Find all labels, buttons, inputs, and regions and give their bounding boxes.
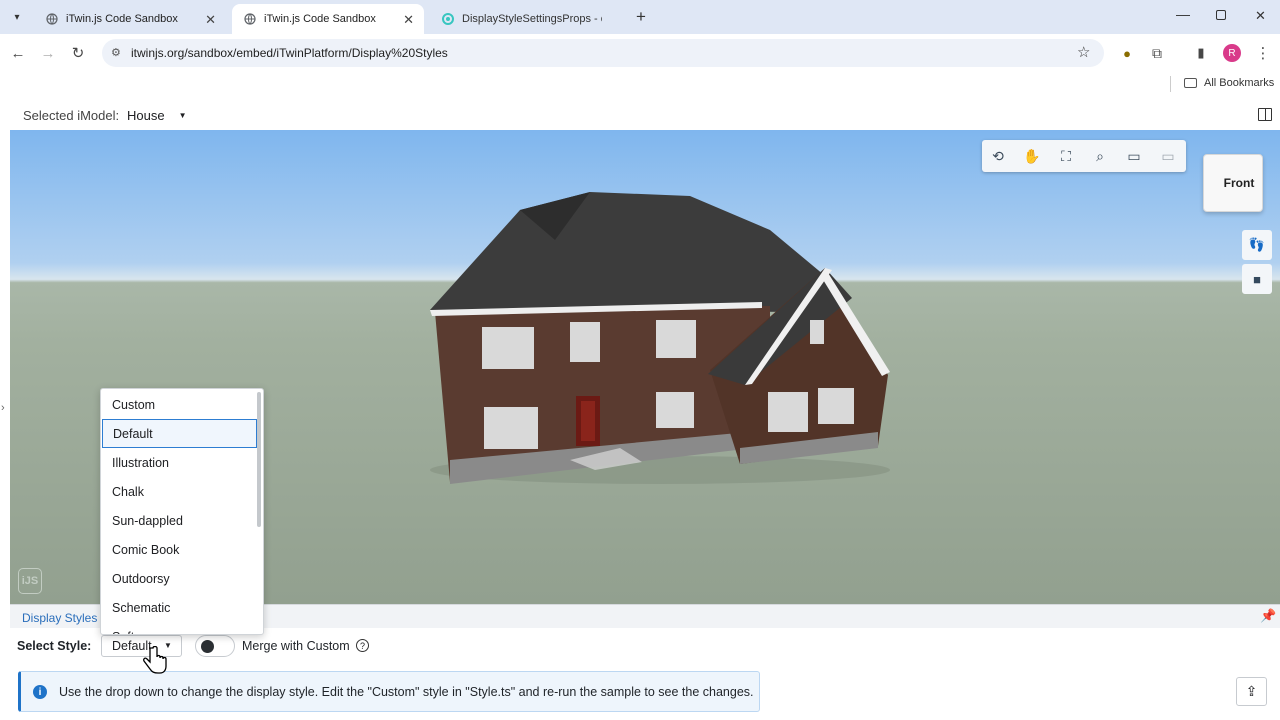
app-header: Selected iModel: House ▼: [0, 101, 1280, 129]
merge-label: Merge with Custom: [242, 639, 350, 653]
browser-tab-strip: ▾ iTwin.js Code Sandbox ✕ iTwin.js Code …: [0, 0, 1280, 34]
close-tab-icon[interactable]: ✕: [205, 12, 216, 28]
close-window-icon[interactable]: ✕: [1255, 8, 1266, 24]
hand-cursor-icon: [143, 646, 167, 674]
all-bookmarks-label: All Bookmarks: [1204, 77, 1275, 89]
walk-mode-icon[interactable]: 👣: [1242, 230, 1272, 260]
dropdown-option-schematic[interactable]: Schematic: [102, 593, 257, 622]
url-text: itwinjs.org/sandbox/embed/iTwinPlatform/…: [131, 46, 448, 60]
info-icon: i: [33, 685, 47, 699]
dropdown-option-comic-book[interactable]: Comic Book: [102, 535, 257, 564]
close-tab-icon[interactable]: ✕: [403, 12, 414, 28]
zoom-window-icon[interactable]: ⌕: [1090, 146, 1110, 166]
view-tools-toolbar: ⟲ ✋ ⛶ ⌕ ▭ ▭: [982, 140, 1186, 172]
navigation-cube[interactable]: Front: [1203, 154, 1263, 212]
side-panel-icon[interactable]: ▮: [1191, 43, 1211, 63]
info-text: Use the drop down to change the display …: [59, 684, 754, 699]
extension-icon[interactable]: ●: [1117, 43, 1137, 63]
restore-icon[interactable]: [1216, 10, 1226, 20]
globe-icon: [244, 13, 256, 25]
itwinjs-logo-icon: iJS: [18, 568, 42, 594]
imodel-select[interactable]: House ▼: [127, 108, 187, 123]
address-bar[interactable]: ⚙ itwinjs.org/sandbox/embed/iTwinPlatfor…: [102, 39, 1104, 67]
itwin-favicon-icon: [442, 13, 454, 25]
layout-toggle-icon[interactable]: [1258, 108, 1272, 121]
dropdown-option-illustration[interactable]: Illustration: [102, 448, 257, 477]
section-tool-icon[interactable]: ▭: [1124, 146, 1144, 166]
dropdown-option-custom[interactable]: Custom: [102, 390, 257, 419]
navcube-face-label: Front: [1223, 176, 1255, 190]
browser-menu-icon[interactable]: ⋮: [1253, 43, 1273, 63]
imodel-value: House: [127, 108, 165, 123]
divider: [1170, 76, 1171, 92]
browser-tab-2[interactable]: iTwin.js Code Sandbox ✕: [232, 4, 424, 34]
dropdown-option-chalk[interactable]: Chalk: [102, 477, 257, 506]
profile-avatar[interactable]: R: [1223, 44, 1241, 62]
pan-hand-icon[interactable]: ✋: [1022, 146, 1042, 166]
bookmark-star-icon[interactable]: ☆: [1077, 43, 1090, 61]
bookmarks-bar: All Bookmarks: [0, 72, 1280, 96]
style-dropdown-menu: Custom Default Illustration Chalk Sun-da…: [100, 388, 264, 635]
extensions-puzzle-icon[interactable]: ⧉: [1147, 43, 1167, 63]
expand-panel-chevron-icon[interactable]: ›: [1, 402, 5, 414]
tab-search-button[interactable]: ▾: [8, 8, 26, 26]
share-icon: ⇪: [1245, 683, 1258, 699]
info-alert: i Use the drop down to change the displa…: [18, 671, 760, 712]
select-style-label: Select Style:: [17, 639, 92, 653]
help-icon[interactable]: ?: [356, 639, 369, 652]
back-icon[interactable]: ←: [8, 43, 28, 63]
tab-title: iTwin.js Code Sandbox: [66, 13, 178, 25]
rotate-view-icon[interactable]: ⟲: [988, 146, 1008, 166]
clear-section-icon[interactable]: ▭: [1158, 146, 1178, 166]
profile-initial: R: [1228, 47, 1236, 59]
reload-icon[interactable]: ↻: [68, 43, 88, 63]
forward-icon[interactable]: →: [38, 43, 58, 63]
browser-tab-3[interactable]: DisplayStyleSettingsProps - cor: [430, 4, 626, 34]
folder-icon: [1184, 78, 1197, 88]
camera-icon[interactable]: ■: [1242, 264, 1272, 294]
caret-down-icon: ▼: [178, 111, 187, 120]
dropdown-option-default[interactable]: Default: [102, 419, 257, 448]
site-info-icon[interactable]: ⚙: [111, 46, 121, 59]
minimize-icon[interactable]: —: [1176, 6, 1190, 22]
toggle-knob: [201, 640, 214, 653]
dropdown-option-sun-dappled[interactable]: Sun-dappled: [102, 506, 257, 535]
dropdown-scrollbar[interactable]: [257, 392, 261, 527]
browser-tab-1[interactable]: iTwin.js Code Sandbox ✕: [34, 4, 226, 34]
pin-icon[interactable]: 📌: [1260, 608, 1276, 624]
all-bookmarks-button[interactable]: All Bookmarks: [1184, 77, 1274, 89]
new-tab-button[interactable]: +: [632, 7, 650, 27]
imodel-label: Selected iModel:: [23, 108, 120, 123]
tab-title: DisplayStyleSettingsProps - cor: [462, 13, 602, 25]
dropdown-option-soft[interactable]: Soft: [102, 622, 257, 635]
globe-icon: [46, 13, 58, 25]
share-button[interactable]: ⇪: [1236, 677, 1267, 706]
dropdown-option-outdoorsy[interactable]: Outdoorsy: [102, 564, 257, 593]
tab-title: iTwin.js Code Sandbox: [264, 13, 376, 25]
merge-toggle[interactable]: [195, 635, 235, 657]
fit-view-icon[interactable]: ⛶: [1056, 146, 1076, 166]
